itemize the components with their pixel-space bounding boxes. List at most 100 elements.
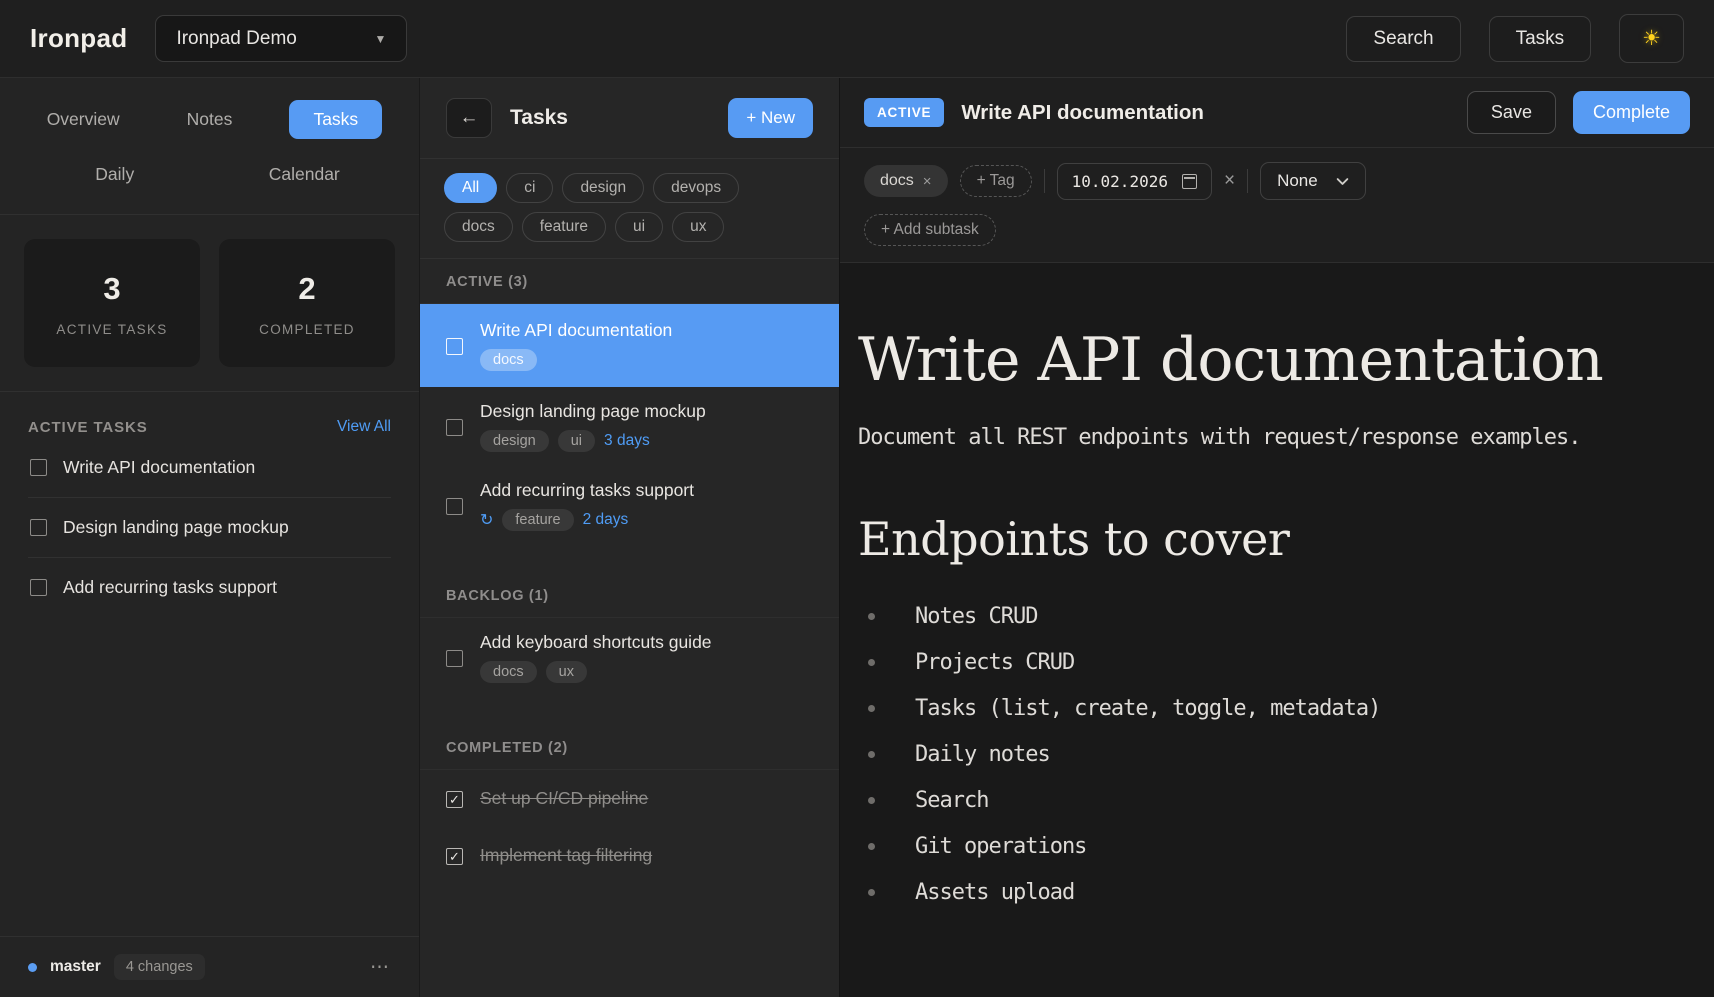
bullet-text: Projects CRUD [915, 650, 1074, 675]
tag-pill: feature [502, 509, 573, 531]
main-layout: Overview Notes Tasks Daily Calendar 3 AC… [0, 78, 1714, 997]
section-header-completed: COMPLETED (2) [420, 725, 839, 770]
task-row[interactable]: ✓ Set up CI/CD pipeline [420, 770, 839, 827]
tag-pill: docs [480, 349, 537, 371]
tasks-panel-header: ← Tasks + New [420, 78, 839, 158]
back-button[interactable]: ← [446, 98, 492, 138]
bullet-text: Daily notes [915, 742, 1050, 767]
branch-status-dot [28, 963, 37, 972]
tag-chip-docs[interactable]: docs × [864, 165, 948, 197]
list-item[interactable]: Design landing page mockup [28, 498, 391, 558]
task-detail-panel: ACTIVE Write API documentation Save Comp… [840, 78, 1714, 997]
branch-name: master [50, 958, 101, 976]
tasks-panel: ← Tasks + New All ci design devops docs … [420, 78, 840, 997]
task-checkbox[interactable] [446, 338, 463, 355]
new-task-button[interactable]: + New [728, 98, 813, 138]
sidebar-footer: master 4 changes ⋯ [0, 936, 419, 997]
calendar-icon[interactable] [1182, 174, 1197, 189]
remove-tag-icon[interactable]: × [923, 173, 932, 190]
filter-chip-ui[interactable]: ui [615, 212, 663, 242]
add-subtask-button[interactable]: + Add subtask [864, 214, 996, 246]
document-content[interactable]: Write API documentation Document all RES… [840, 263, 1714, 997]
list-item: Assets upload [868, 880, 1674, 905]
divider [1247, 169, 1248, 193]
filter-chip-feature[interactable]: feature [522, 212, 606, 242]
tab-calendar[interactable]: Calendar [245, 155, 364, 194]
list-item: Search [868, 788, 1674, 813]
task-title: Add recurring tasks support [480, 480, 694, 501]
task-title: Add keyboard shortcuts guide [480, 632, 712, 653]
task-meta: docs ux [480, 661, 712, 683]
tab-overview[interactable]: Overview [23, 100, 144, 139]
complete-button[interactable]: Complete [1573, 91, 1690, 134]
task-checkbox[interactable] [30, 579, 47, 596]
project-select[interactable]: Ironpad Demo ▼ [155, 15, 407, 62]
task-checkbox[interactable] [446, 650, 463, 667]
view-all-link[interactable]: View All [337, 418, 391, 436]
tab-tasks[interactable]: Tasks [289, 100, 382, 139]
chevron-down-icon [1336, 175, 1349, 188]
filter-chip-devops[interactable]: devops [653, 173, 739, 203]
recurrence-select[interactable]: None [1260, 162, 1366, 200]
subtask-row: + Add subtask [840, 206, 1714, 263]
filter-chip-docs[interactable]: docs [444, 212, 513, 242]
task-content: Design landing page mockup design ui 3 d… [480, 401, 706, 452]
task-meta: docs [480, 349, 672, 371]
task-title: Write API documentation [480, 320, 672, 341]
bullet-icon [868, 889, 875, 896]
add-tag-button[interactable]: + Tag [960, 165, 1032, 197]
changes-badge[interactable]: 4 changes [114, 954, 205, 980]
task-content: Write API documentation docs [480, 320, 672, 371]
due-date-input[interactable]: 10.02.2026 [1057, 163, 1212, 200]
task-meta: ↻ feature 2 days [480, 509, 694, 531]
tasks-button[interactable]: Tasks [1489, 16, 1592, 62]
filter-chip-design[interactable]: design [562, 173, 644, 203]
divider [0, 391, 419, 392]
task-content: Add recurring tasks support ↻ feature 2 … [480, 480, 694, 531]
task-checkbox[interactable] [30, 519, 47, 536]
task-checkbox[interactable] [30, 459, 47, 476]
filter-chip-ux[interactable]: ux [672, 212, 724, 242]
bullet-text: Search [915, 788, 988, 813]
tasks-list-body: ACTIVE (3) Write API documentation docs … [420, 258, 839, 997]
list-item: Notes CRUD [868, 604, 1674, 629]
task-row[interactable]: Add keyboard shortcuts guide docs ux [420, 618, 839, 697]
bullet-icon [868, 797, 875, 804]
stats-cards: 3 ACTIVE TASKS 2 COMPLETED [0, 215, 419, 391]
task-content: Add keyboard shortcuts guide docs ux [480, 632, 712, 683]
bullet-text: Git operations [915, 834, 1086, 859]
stat-label: COMPLETED [227, 322, 387, 337]
tab-daily[interactable]: Daily [71, 155, 158, 194]
bullet-icon [868, 751, 875, 758]
task-checkbox[interactable] [446, 498, 463, 515]
task-row[interactable]: ✓ Implement tag filtering [420, 827, 839, 884]
stat-value: 3 [32, 271, 192, 307]
filter-chip-all[interactable]: All [444, 173, 497, 203]
document-subheading: Endpoints to cover [858, 512, 1674, 566]
list-item: Git operations [868, 834, 1674, 859]
filter-chip-ci[interactable]: ci [506, 173, 553, 203]
clear-date-icon[interactable]: × [1224, 170, 1235, 192]
task-meta: design ui 3 days [480, 430, 706, 452]
due-label: 2 days [583, 511, 629, 529]
task-checkbox[interactable] [446, 419, 463, 436]
task-checkbox-checked[interactable]: ✓ [446, 791, 463, 808]
search-button[interactable]: Search [1346, 16, 1460, 62]
list-item: Projects CRUD [868, 650, 1674, 675]
task-row[interactable]: Design landing page mockup design ui 3 d… [420, 387, 839, 466]
stat-card-completed: 2 COMPLETED [219, 239, 395, 367]
tab-notes[interactable]: Notes [163, 100, 257, 139]
document-description: Document all REST endpoints with request… [858, 425, 1674, 450]
list-item[interactable]: Write API documentation [28, 438, 391, 498]
theme-toggle-button[interactable]: ☀ [1619, 14, 1684, 63]
task-row[interactable]: Add recurring tasks support ↻ feature 2 … [420, 466, 839, 545]
task-row[interactable]: Write API documentation docs [420, 304, 839, 387]
divider [1044, 169, 1045, 193]
bullet-icon [868, 613, 875, 620]
tag-filter-bar: All ci design devops docs feature ui ux [420, 158, 839, 258]
list-item[interactable]: Add recurring tasks support [28, 558, 391, 617]
save-button[interactable]: Save [1467, 91, 1556, 134]
more-options-icon[interactable]: ⋯ [370, 956, 391, 979]
app-logo: Ironpad [30, 23, 127, 54]
task-checkbox-checked[interactable]: ✓ [446, 848, 463, 865]
